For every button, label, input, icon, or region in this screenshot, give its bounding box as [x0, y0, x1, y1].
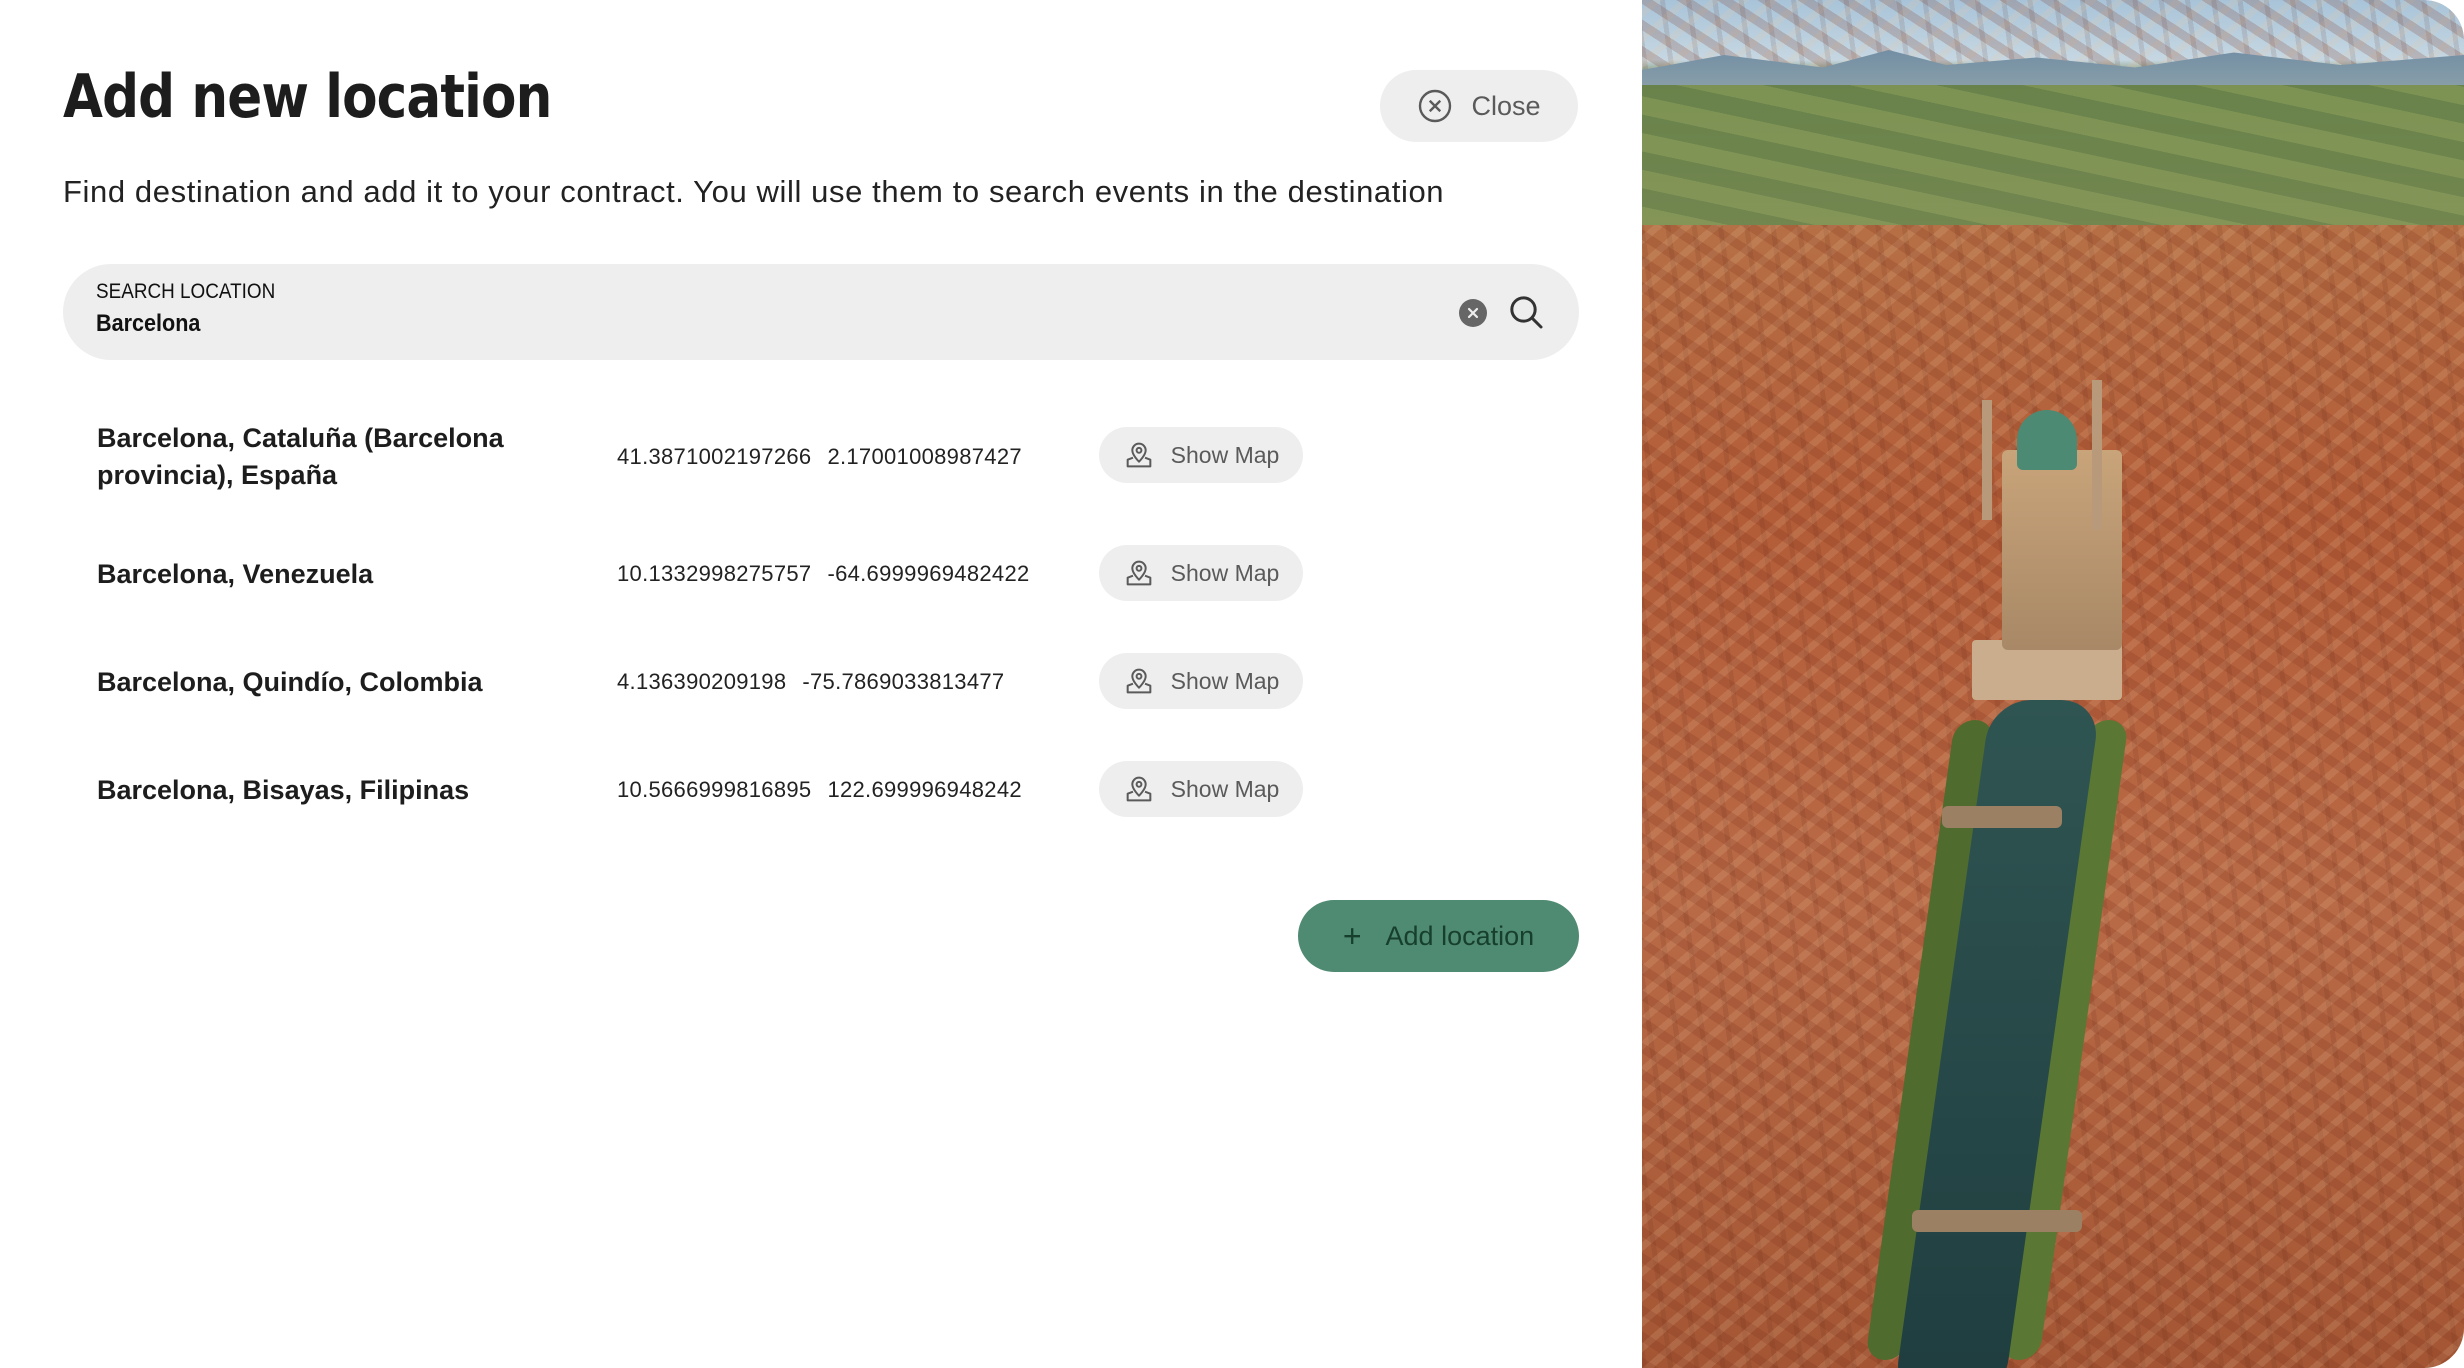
- add-location-button[interactable]: + Add location: [1298, 900, 1579, 972]
- result-longitude: -64.6999969482422: [827, 561, 1030, 586]
- result-place-name: Barcelona, Cataluña (Barcelona provincia…: [97, 423, 504, 490]
- result-longitude: 2.17001008987427: [827, 444, 1022, 469]
- show-map-label: Show Map: [1170, 667, 1280, 694]
- city-aerial-photo: [1642, 0, 2464, 1368]
- result-row[interactable]: Barcelona, Cataluña (Barcelona provincia…: [0, 417, 1640, 497]
- result-place-name: Barcelona, Venezuela: [97, 558, 374, 589]
- show-map-button[interactable]: Show Map: [1099, 653, 1303, 709]
- result-latitude: 4.136390209198: [617, 669, 787, 694]
- map-pin-icon: [1123, 773, 1155, 805]
- plus-icon: +: [1342, 918, 1362, 954]
- show-map-label: Show Map: [1170, 559, 1280, 586]
- close-circle-icon: [1417, 88, 1453, 124]
- result-latitude: 10.5666999816895: [617, 777, 812, 802]
- close-button[interactable]: Close: [1380, 70, 1578, 142]
- show-map-button[interactable]: Show Map: [1099, 761, 1303, 817]
- result-place-name: Barcelona, Bisayas, Filipinas: [97, 774, 470, 805]
- show-map-button[interactable]: Show Map: [1099, 545, 1303, 601]
- show-map-label: Show Map: [1170, 441, 1280, 468]
- add-location-label: Add location: [1385, 920, 1535, 951]
- dialog-title: Add new location: [63, 62, 552, 132]
- result-row[interactable]: Barcelona, Quindío, Colombia 4.1363902091…: [0, 642, 1640, 722]
- map-pin-icon: [1123, 557, 1155, 589]
- result-coordinates: 41.3871002197266 2.17001008987427: [617, 417, 1057, 497]
- result-row[interactable]: Barcelona, Bisayas, Filipinas 10.56669998…: [0, 750, 1640, 830]
- result-longitude: 122.699996948242: [827, 777, 1022, 802]
- result-coordinates: 10.5666999816895 122.699996948242: [617, 750, 1057, 830]
- result-coordinates: 4.136390209198 -75.7869033813477: [617, 642, 1057, 722]
- result-longitude: -75.7869033813477: [802, 669, 1005, 694]
- result-place-name: Barcelona, Quindío, Colombia: [97, 666, 483, 697]
- search-location-field[interactable]: SEARCH LOCATION Barcelona: [63, 264, 1579, 360]
- result-latitude: 10.1332998275757: [617, 561, 812, 586]
- show-map-label: Show Map: [1170, 775, 1280, 802]
- close-button-label: Close: [1471, 90, 1541, 121]
- map-pin-icon: [1123, 439, 1155, 471]
- show-map-button[interactable]: Show Map: [1099, 427, 1303, 483]
- result-row[interactable]: Barcelona, Venezuela 10.1332998275757 -64.…: [0, 534, 1640, 614]
- result-latitude: 41.3871002197266: [617, 444, 812, 469]
- search-input[interactable]: Barcelona: [96, 310, 200, 338]
- search-icon[interactable]: [1506, 292, 1546, 332]
- result-coordinates: 10.1332998275757 -64.6999969482422: [617, 534, 1057, 614]
- add-location-dialog: Add new location Close Find destination …: [0, 0, 1640, 1368]
- map-pin-icon: [1123, 665, 1155, 697]
- search-field-label: SEARCH LOCATION: [96, 280, 276, 303]
- clear-icon[interactable]: [1459, 299, 1487, 327]
- dialog-subtitle: Find destination and add it to your cont…: [63, 174, 1445, 209]
